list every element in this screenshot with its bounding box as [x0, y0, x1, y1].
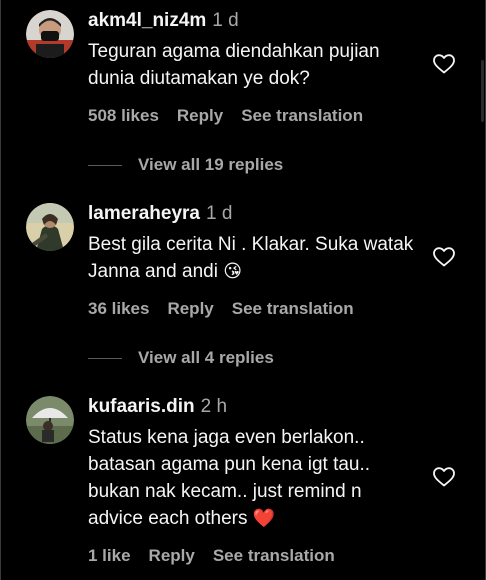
see-translation-button[interactable]: See translation [232, 299, 354, 318]
comment-actions: 1 like Reply See translation [88, 546, 353, 566]
comment-actions: 508 likes Reply See translation [88, 106, 381, 126]
kissing-face-emoji: 😘 [223, 261, 242, 281]
view-replies-label: View all 19 replies [138, 155, 284, 174]
view-replies-button[interactable]: View all 4 replies [88, 348, 274, 368]
username[interactable]: kufaaris.din [88, 396, 195, 417]
see-translation-button[interactable]: See translation [241, 106, 363, 125]
timestamp: 1 d [212, 10, 239, 31]
likes-count[interactable]: 508 likes [88, 106, 159, 125]
comment-text: Status kena jaga even berlakon.. batasan… [88, 424, 408, 532]
heart-outline-icon[interactable] [431, 52, 457, 76]
avatar[interactable] [26, 203, 74, 251]
timestamp: 2 h [200, 396, 228, 417]
likes-count[interactable]: 1 like [88, 546, 131, 565]
comment-text-content: Status kena jaga even berlakon.. batasan… [88, 427, 371, 529]
replies-divider-line [88, 358, 122, 360]
see-translation-button[interactable]: See translation [213, 546, 335, 565]
comment-header: akm4l_niz4m 1 d [88, 10, 239, 32]
comment-text: Teguran agama diendahkan pujian dunia di… [88, 38, 418, 92]
reply-button[interactable]: Reply [177, 106, 223, 125]
comment-actions: 36 likes Reply See translation [88, 299, 372, 319]
red-heart-emoji: ❤️ [252, 508, 276, 528]
heart-outline-icon[interactable] [431, 465, 457, 489]
comment-header: lameraheyra 1 d [88, 203, 232, 225]
likes-count[interactable]: 36 likes [88, 299, 149, 318]
avatar[interactable] [26, 10, 74, 58]
comment-header: kufaaris.din 2 h [88, 396, 227, 418]
avatar[interactable] [26, 396, 74, 444]
heart-outline-icon[interactable] [431, 245, 457, 269]
timestamp: 1 d [205, 203, 233, 224]
username[interactable]: akm4l_niz4m [88, 10, 206, 31]
view-replies-button[interactable]: View all 19 replies [88, 155, 283, 175]
username[interactable]: lameraheyra [88, 203, 200, 224]
reply-button[interactable]: Reply [167, 299, 213, 318]
scrollbar[interactable] [481, 60, 484, 122]
comment-text: Best gila cerita Ni . Klakar. Suka watak… [88, 231, 418, 285]
comment-text-content: Best gila cerita Ni . Klakar. Suka watak… [88, 234, 414, 282]
comment-text-content: Teguran agama diendahkan pujian dunia di… [88, 41, 380, 89]
reply-button[interactable]: Reply [149, 546, 195, 565]
replies-divider-line [88, 165, 122, 167]
view-replies-label: View all 4 replies [138, 348, 274, 367]
